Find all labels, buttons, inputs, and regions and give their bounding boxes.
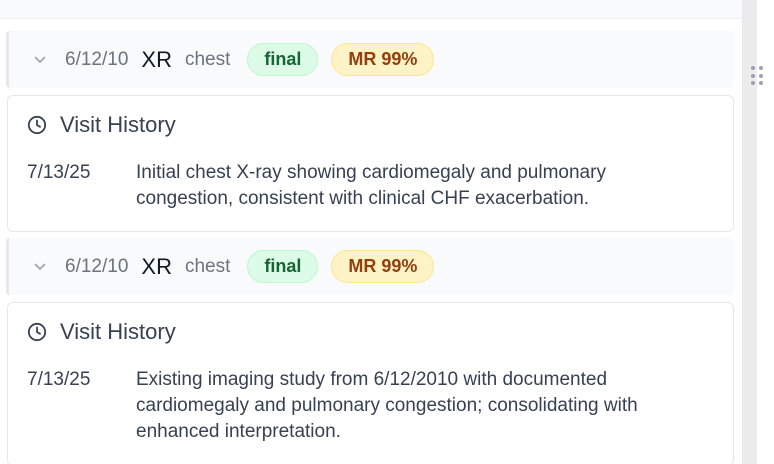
- visit-history-header: Visit History: [27, 112, 176, 138]
- study-modality: XR: [141, 46, 172, 72]
- history-entry: 7/13/25 Existing imaging study from 6/12…: [27, 367, 717, 445]
- visit-history-title: Visit History: [60, 319, 176, 344]
- drag-handle-icon[interactable]: [751, 66, 765, 86]
- match-badge: MR 99%: [331, 43, 435, 76]
- chevron-down-icon[interactable]: [33, 53, 47, 67]
- match-badge: MR 99%: [331, 250, 435, 283]
- study-date: 6/12/10: [65, 255, 129, 277]
- history-entry-date: 7/13/25: [27, 369, 91, 390]
- clock-icon: [27, 115, 47, 135]
- study-body-part: chest: [184, 255, 231, 277]
- study-date: 6/12/10: [65, 48, 129, 70]
- clock-icon: [27, 322, 47, 342]
- study-header[interactable]: 6/12/10 XR chest final MR 99%: [6, 31, 734, 88]
- history-entry-text: Initial chest X-ray showing cardiomegaly…: [136, 162, 606, 209]
- status-badge: final: [247, 250, 319, 283]
- history-entry: 7/13/25 Initial chest X-ray showing card…: [27, 160, 717, 212]
- chevron-down-icon[interactable]: [33, 260, 47, 274]
- study-body-part: chest: [184, 48, 231, 70]
- status-badge: final: [247, 43, 319, 76]
- visit-history-card: Visit History 7/13/25 Existing imaging s…: [7, 302, 734, 464]
- visit-history-title: Visit History: [60, 112, 176, 137]
- visit-history-card: Visit History 7/13/25 Initial chest X-ra…: [7, 95, 734, 232]
- previous-item-edge: [0, 0, 742, 19]
- study-modality: XR: [141, 253, 172, 279]
- history-entry-text: Existing imaging study from 6/12/2010 wi…: [136, 369, 638, 442]
- history-entry-date: 7/13/25: [27, 162, 91, 183]
- study-header[interactable]: 6/12/10 XR chest final MR 99%: [6, 238, 734, 295]
- visit-history-header: Visit History: [27, 319, 176, 345]
